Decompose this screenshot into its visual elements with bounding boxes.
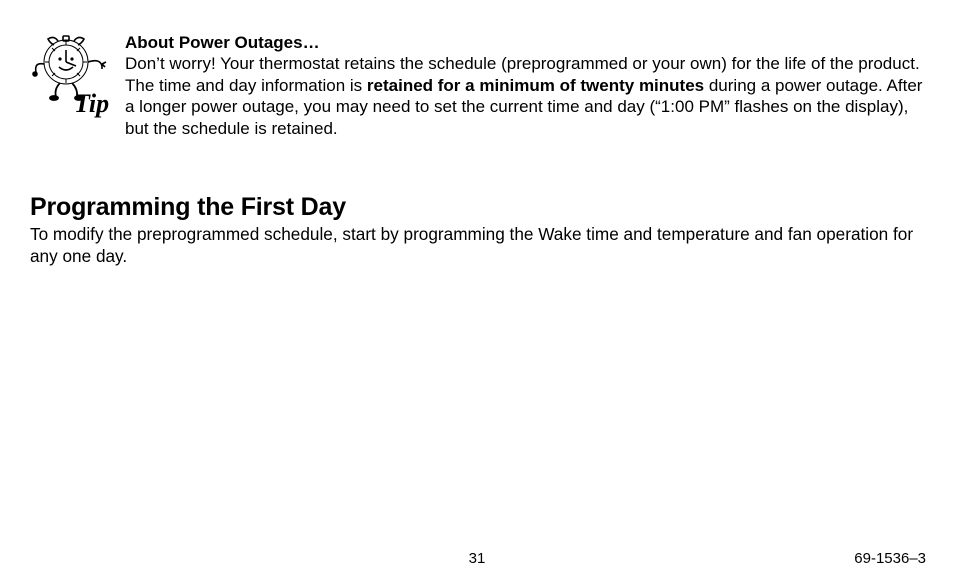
- section-heading: Programming the First Day: [30, 193, 924, 222]
- page-number: 31: [0, 550, 954, 566]
- tip-text: About Power Outages… Don’t worry! Your t…: [125, 32, 924, 139]
- tip-icon: Tip: [30, 32, 125, 120]
- section-body: To modify the preprogrammed schedule, st…: [30, 224, 924, 267]
- document-number: 69-1536–3: [854, 550, 926, 566]
- tip-label-text: Tip: [74, 89, 109, 118]
- tip-title: About Power Outages…: [125, 33, 320, 52]
- tip-block: Tip About Power Outages… Don’t worry! Yo…: [30, 32, 924, 139]
- document-page: Tip About Power Outages… Don’t worry! Yo…: [0, 0, 954, 566]
- tip-body-bold: retained for a minimum of twenty minutes: [367, 76, 704, 95]
